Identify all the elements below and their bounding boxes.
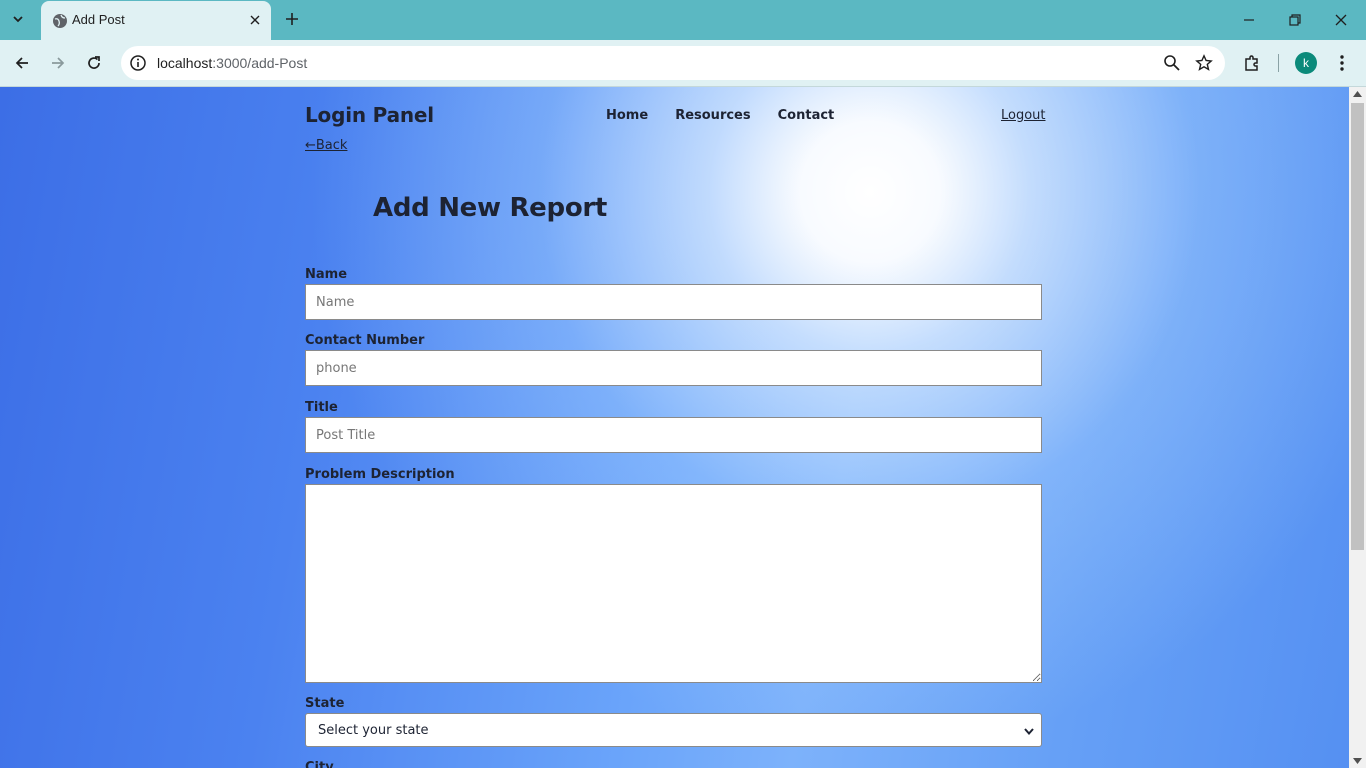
chevron-down-icon xyxy=(1024,728,1034,736)
minimize-button[interactable] xyxy=(1237,8,1261,32)
globe-icon xyxy=(53,14,67,28)
active-tab[interactable]: Add Post xyxy=(41,1,271,40)
tab-title: Add Post xyxy=(72,12,125,27)
page-title: Add New Report xyxy=(373,193,608,223)
state-label: State xyxy=(305,696,345,711)
scrollbar-thumb[interactable] xyxy=(1351,103,1364,550)
city-label: City xyxy=(305,760,334,768)
new-tab-button[interactable] xyxy=(280,7,304,31)
minimize-icon xyxy=(1244,19,1254,21)
scroll-up-arrow-icon[interactable] xyxy=(1353,91,1362,97)
url-text[interactable]: localhost:3000/add-Post xyxy=(157,55,307,71)
problem-description-label: Problem Description xyxy=(305,467,455,482)
post-title-input[interactable] xyxy=(305,417,1042,453)
nav-link-contact[interactable]: Contact xyxy=(778,108,835,123)
tab-strip: Add Post xyxy=(0,0,1366,40)
close-window-button[interactable] xyxy=(1329,8,1353,32)
nav-link-resources[interactable]: Resources xyxy=(675,108,750,123)
back-link[interactable]: ←Back xyxy=(305,138,347,153)
reload-icon xyxy=(88,56,100,69)
page-scrollbar[interactable] xyxy=(1349,87,1366,768)
plus-icon xyxy=(286,13,298,25)
problem-description-textarea[interactable] xyxy=(305,484,1042,683)
back-button[interactable] xyxy=(9,50,35,76)
site-info-icon[interactable] xyxy=(129,54,147,72)
profile-avatar[interactable]: k xyxy=(1295,52,1317,74)
toolbar-separator xyxy=(1278,54,1279,72)
arrow-left-icon xyxy=(15,57,28,69)
browser-menu-button[interactable] xyxy=(1330,51,1354,75)
tab-search-dropdown[interactable] xyxy=(4,5,32,33)
puzzle-icon xyxy=(1245,55,1258,71)
close-tab-icon[interactable] xyxy=(247,12,263,28)
zoom-icon[interactable] xyxy=(1163,54,1181,72)
name-label: Name xyxy=(305,267,348,282)
nav-link-home[interactable]: Home xyxy=(606,108,648,123)
contact-number-label: Contact Number xyxy=(305,333,425,348)
browser-toolbar: localhost:3000/add-Post k xyxy=(0,40,1366,87)
forward-button[interactable] xyxy=(45,50,71,76)
main-nav: Home Resources Contact xyxy=(606,108,834,123)
kebab-menu-icon xyxy=(1340,55,1344,71)
chevron-down-icon xyxy=(13,16,23,23)
arrow-right-icon xyxy=(52,57,65,69)
close-icon xyxy=(1335,14,1347,26)
scroll-down-arrow-icon[interactable] xyxy=(1353,758,1362,764)
brand-title: Login Panel xyxy=(305,103,434,127)
page-viewport: Login Panel Home Resources Contact Logou… xyxy=(0,87,1349,768)
phone-input[interactable] xyxy=(305,350,1042,386)
restore-icon xyxy=(1289,14,1301,26)
bookmark-star-icon[interactable] xyxy=(1195,54,1213,72)
title-label: Title xyxy=(305,400,338,415)
state-select-value: Select your state xyxy=(318,723,429,738)
extensions-button[interactable] xyxy=(1240,51,1264,75)
name-input[interactable] xyxy=(305,284,1042,320)
reload-button[interactable] xyxy=(81,50,107,76)
restore-button[interactable] xyxy=(1283,8,1307,32)
logout-link[interactable]: Logout xyxy=(1001,108,1046,123)
state-select[interactable]: Select your state xyxy=(305,713,1042,747)
address-bar[interactable]: localhost:3000/add-Post xyxy=(121,46,1225,80)
